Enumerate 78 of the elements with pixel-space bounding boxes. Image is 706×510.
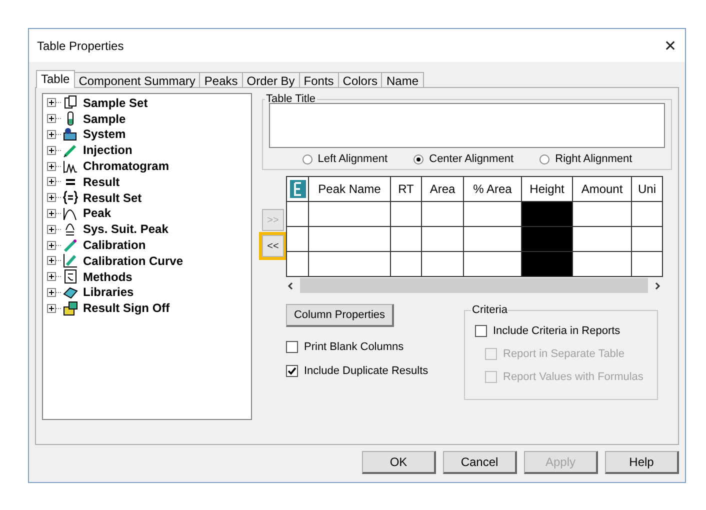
tab[interactable]: Fonts xyxy=(298,72,339,88)
checkbox-label: Include Criteria in Reports xyxy=(493,325,620,337)
tab[interactable]: Order By xyxy=(242,72,300,88)
column-header[interactable]: Uni xyxy=(632,176,662,202)
instrument-icon xyxy=(63,126,78,142)
tree-item[interactable]: Result Set xyxy=(83,190,142,205)
column-header[interactable]: RT xyxy=(390,176,422,202)
calibration-icon xyxy=(63,238,78,253)
scrollbar-thumb[interactable] xyxy=(300,278,648,293)
tree-item[interactable]: Sample xyxy=(83,112,126,126)
radio-button[interactable] xyxy=(302,154,313,164)
tab[interactable]: Peaks xyxy=(199,72,243,88)
title-field[interactable] xyxy=(269,103,665,148)
expand-icon[interactable] xyxy=(47,240,61,250)
tree-item[interactable]: Calibration Curve xyxy=(83,254,184,268)
calibration-curve-icon xyxy=(63,253,78,268)
tab[interactable]: Component Summary xyxy=(74,72,200,88)
tree-item[interactable]: Libraries xyxy=(83,285,134,300)
radio-button[interactable] xyxy=(413,154,424,164)
radio-label: Center Alignment xyxy=(429,153,514,165)
dialog-button[interactable]: Help xyxy=(605,451,679,474)
checkbox-label: Report in Separate Table xyxy=(503,348,624,360)
column-properties-button[interactable]: Column Properties xyxy=(286,304,394,327)
checkbox[interactable] xyxy=(286,365,298,377)
tree-item[interactable]: Peak xyxy=(83,206,112,220)
column-header[interactable]: Amount xyxy=(572,176,632,202)
expand-icon[interactable] xyxy=(47,146,61,155)
expand-icon[interactable] xyxy=(47,114,61,124)
radio-label: Left Alignment xyxy=(318,153,388,165)
expand-icon[interactable] xyxy=(47,224,61,234)
braces-icon xyxy=(63,190,78,206)
expand-icon[interactable] xyxy=(47,272,61,282)
expand-icon[interactable] xyxy=(47,130,61,139)
column-header[interactable]: Peak Name xyxy=(308,176,390,202)
tab[interactable]: Name xyxy=(381,72,424,88)
sign-off-icon xyxy=(63,300,78,316)
expand-icon[interactable] xyxy=(47,304,61,313)
tree-item[interactable]: Sample Set xyxy=(83,96,148,110)
column-header[interactable]: Height xyxy=(522,176,572,202)
group-label: Criteria xyxy=(471,304,508,316)
method-icon xyxy=(63,269,78,284)
expand-icon[interactable] xyxy=(47,256,61,266)
tree-item[interactable]: Sys. Suit. Peak xyxy=(83,222,168,236)
expand-icon[interactable] xyxy=(47,162,61,171)
column-header[interactable]: Area xyxy=(422,176,464,202)
book-icon xyxy=(63,284,78,300)
expand-icon[interactable] xyxy=(47,98,61,108)
tree-item[interactable]: Injection xyxy=(83,143,132,158)
expand-icon[interactable] xyxy=(47,177,61,186)
checkbox-label: Include Duplicate Results xyxy=(304,365,428,377)
window-title: Table Properties xyxy=(37,38,124,52)
tree-item[interactable]: Chromatogram xyxy=(83,159,170,174)
tab[interactable]: Table xyxy=(36,70,75,88)
checkbox-label: Report Values with Formulas xyxy=(503,371,644,383)
tree-item[interactable]: Result xyxy=(83,174,120,189)
dialog-button[interactable]: OK xyxy=(362,451,436,474)
tree-item[interactable]: System xyxy=(83,127,126,142)
excel-icon xyxy=(290,180,306,198)
checkbox-label: Print Blank Columns xyxy=(304,341,404,353)
radio-button[interactable] xyxy=(539,154,550,164)
group-label: Table Title xyxy=(265,93,317,105)
checkbox[interactable] xyxy=(286,341,298,353)
tree-item[interactable]: Methods xyxy=(83,270,132,284)
syringe-icon xyxy=(63,142,78,158)
tree-item[interactable]: Calibration xyxy=(83,238,146,252)
tree-item[interactable]: Result Sign Off xyxy=(83,301,170,316)
close-button[interactable]: ✕ xyxy=(664,36,677,54)
peak-icon xyxy=(63,206,78,221)
expand-icon[interactable] xyxy=(47,288,61,297)
checkbox[interactable] xyxy=(475,325,487,337)
expand-icon[interactable] xyxy=(47,193,61,202)
tab[interactable]: Colors xyxy=(338,72,382,88)
dialog-button[interactable]: Cancel xyxy=(443,451,517,474)
radio-label: Right Alignment xyxy=(555,153,632,165)
expand-icon[interactable] xyxy=(47,208,61,218)
chromatogram-icon xyxy=(63,158,78,174)
column-header[interactable]: % Area xyxy=(464,176,522,202)
move-button[interactable]: << xyxy=(262,235,284,257)
